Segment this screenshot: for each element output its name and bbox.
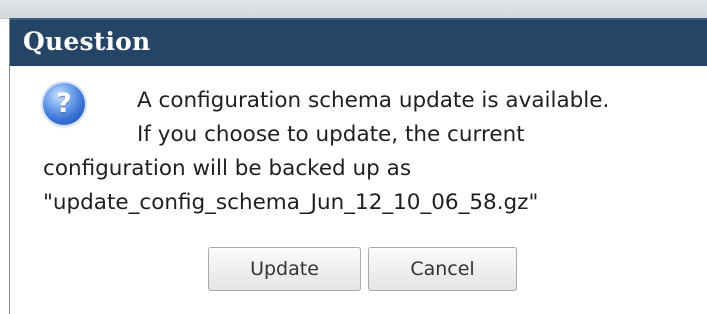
question-icon: ?	[43, 83, 85, 125]
message-line-3: configuration will be backed up as	[43, 156, 412, 181]
cancel-button[interactable]: Cancel	[368, 247, 517, 291]
question-dialog: Question ? A configuration schema update…	[9, 18, 707, 314]
dialog-title-bar: Question	[10, 18, 707, 66]
update-button[interactable]: Update	[208, 247, 361, 291]
message-line-2: If you choose to update, the current	[137, 122, 525, 147]
background-window	[0, 0, 707, 19]
dialog-title: Question	[23, 27, 151, 56]
question-icon-glyph: ?	[56, 88, 72, 119]
message-line-4: "update_config_schema_Jun_12_10_06_58.gz…	[43, 190, 539, 215]
message-line-1: A configuration schema update is availab…	[137, 88, 610, 113]
